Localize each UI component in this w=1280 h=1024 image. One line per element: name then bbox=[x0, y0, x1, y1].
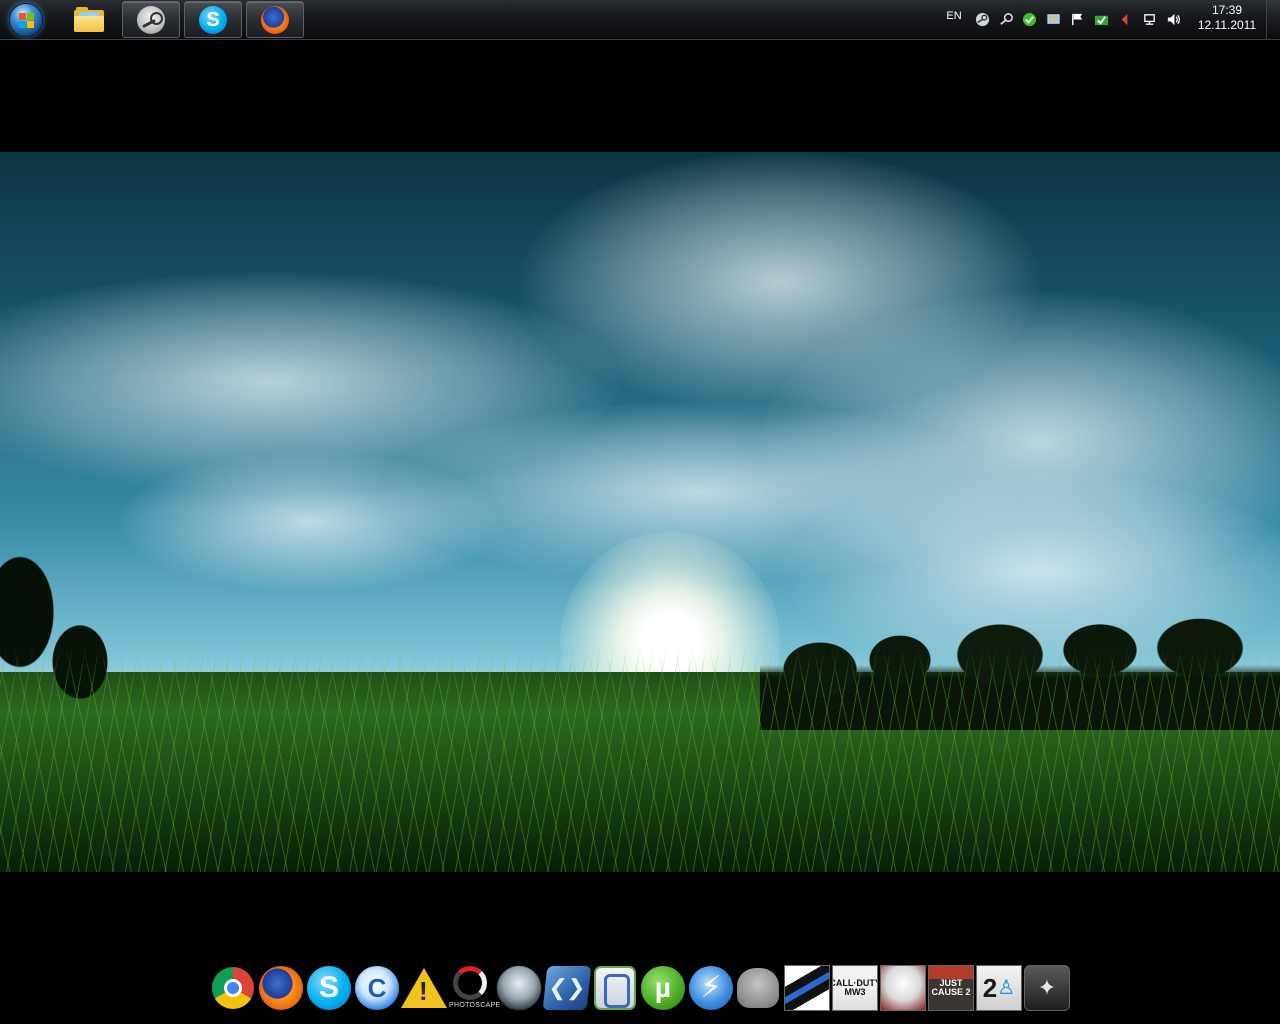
dock-item-wings[interactable]: ✦ bbox=[1024, 965, 1070, 1011]
dock-item-warning[interactable] bbox=[401, 965, 447, 1011]
dock-item-chrome[interactable] bbox=[210, 965, 256, 1011]
green-check-icon[interactable] bbox=[1021, 11, 1037, 27]
app-dock: S C PHOTOSCAPE ❮❯ µ ⚡ CALL·DUTY MW3 JUST… bbox=[208, 962, 1076, 1016]
tray-clock[interactable]: 17:39 12.11.2011 bbox=[1194, 3, 1260, 33]
taskbar-explorer-button[interactable] bbox=[60, 1, 118, 38]
firefox-icon bbox=[259, 966, 303, 1010]
clock-time: 17:39 bbox=[1211, 3, 1243, 17]
firefox-icon bbox=[261, 5, 289, 34]
folder-icon bbox=[74, 6, 104, 33]
dock-item-stripes[interactable] bbox=[784, 965, 830, 1011]
dock-item-daemon-tools[interactable]: ⚡ bbox=[688, 965, 734, 1011]
photoscape-label: PHOTOSCAPE bbox=[449, 1002, 501, 1009]
dock-item-photoscape[interactable]: PHOTOSCAPE bbox=[448, 965, 501, 1011]
network-icon[interactable] bbox=[1141, 11, 1157, 27]
steam-tray-icon[interactable] bbox=[974, 11, 990, 27]
start-button[interactable] bbox=[6, 2, 46, 38]
wings-icon: ✦ bbox=[1024, 965, 1070, 1011]
stripes-tile-icon bbox=[784, 965, 830, 1011]
volume-icon[interactable] bbox=[1165, 11, 1181, 27]
assassins-creed-icon bbox=[880, 965, 926, 1011]
network-status-icon[interactable] bbox=[1045, 11, 1061, 27]
xml-icon: ❮❯ bbox=[542, 966, 592, 1010]
dock-item-firefox[interactable] bbox=[258, 965, 304, 1011]
skype-icon: S bbox=[199, 5, 227, 34]
photoscape-icon: PHOTOSCAPE bbox=[449, 966, 501, 1010]
taskbar-skype-button[interactable]: S bbox=[184, 1, 242, 38]
desktop-wallpaper bbox=[0, 152, 1280, 872]
windows-logo-icon bbox=[9, 3, 43, 37]
dock-item-elephant[interactable] bbox=[735, 965, 781, 1011]
cloud-shape bbox=[120, 452, 500, 592]
grass-blades bbox=[0, 647, 1280, 872]
green-shield-icon[interactable] bbox=[1093, 11, 1109, 27]
dock-item-just-cause-2[interactable]: JUST CAUSE 2 bbox=[928, 965, 974, 1011]
ccleaner-icon: C bbox=[355, 966, 399, 1010]
dock-item-assassins-creed[interactable] bbox=[880, 965, 926, 1011]
just-cause-icon: JUST CAUSE 2 bbox=[928, 965, 974, 1011]
show-desktop-button[interactable] bbox=[1266, 0, 1280, 39]
clock-date: 12.11.2011 bbox=[1197, 18, 1257, 32]
taskbar-firefox-button[interactable] bbox=[246, 1, 304, 38]
steam-controller-icon[interactable] bbox=[998, 11, 1014, 27]
warning-icon bbox=[401, 968, 447, 1008]
steam-icon bbox=[137, 5, 165, 34]
portal-number: 2 bbox=[982, 973, 998, 1003]
steam-icon bbox=[496, 965, 542, 1011]
dock-item-portal-2[interactable]: 2 ♙ bbox=[976, 965, 1022, 1011]
tray-language[interactable]: EN bbox=[943, 10, 965, 22]
dock-item-utorrent[interactable]: µ bbox=[640, 965, 686, 1011]
taskbar: S EN 17:39 12.11.2011 bbox=[0, 0, 1280, 40]
dock-item-xml[interactable]: ❮❯ bbox=[542, 965, 592, 1011]
dock-item-steam[interactable] bbox=[496, 965, 542, 1011]
lightning-icon: ⚡ bbox=[689, 966, 733, 1010]
skype-icon: S bbox=[307, 966, 351, 1010]
utorrent-icon: µ bbox=[641, 966, 685, 1010]
frame-icon bbox=[594, 966, 636, 1010]
call-of-duty-icon: CALL·DUTY MW3 bbox=[832, 965, 878, 1011]
chrome-icon bbox=[212, 967, 254, 1009]
taskbar-steam-button[interactable] bbox=[122, 1, 180, 38]
dock-item-ccleaner[interactable]: C bbox=[354, 965, 400, 1011]
red-arrow-icon[interactable] bbox=[1116, 11, 1132, 27]
portal-icon: 2 ♙ bbox=[976, 965, 1022, 1011]
dock-item-call-of-duty[interactable]: CALL·DUTY MW3 bbox=[832, 965, 878, 1011]
dock-item-frame[interactable] bbox=[592, 965, 638, 1011]
elephant-icon bbox=[737, 968, 779, 1008]
action-center-flag-icon[interactable] bbox=[1069, 11, 1085, 27]
dock-item-skype[interactable]: S bbox=[306, 965, 352, 1011]
